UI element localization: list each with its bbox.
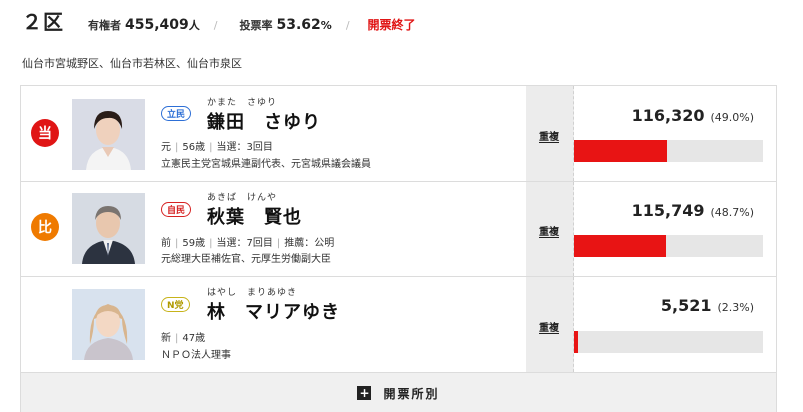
- candidate-age: 47歳: [182, 333, 206, 344]
- candidate-photo: [72, 289, 145, 360]
- duplicate-label[interactable]: 重複: [539, 223, 559, 238]
- vote-number: 116,320: [631, 106, 705, 125]
- vote-percent: (2.3%): [717, 301, 754, 314]
- candidate-row[interactable]: 比 自民 あきば けんや 秋葉 賢也 前 | 59歳 | 当選：7回目 | 推薦：公明 元総…: [21, 182, 776, 277]
- vote-bar: [574, 331, 579, 353]
- polling-station-label: 開票所別: [383, 386, 440, 401]
- candidate-row[interactable]: 当 立民 かまた さゆり 鎌田 さゆり 元 | 56歳 | 当選：3回目 立憲民主党宮城…: [21, 86, 776, 182]
- pr-elected-badge: 比: [31, 213, 59, 241]
- header-separator: /: [345, 19, 350, 32]
- candidate-career: 立憲民主党宮城県連副代表、元宮城県議会議員: [161, 159, 371, 170]
- elected-badge: 当: [31, 119, 59, 147]
- vote-count: 5,521 (2.3%): [661, 296, 754, 315]
- vote-count: 115,749 (48.7%): [632, 201, 754, 220]
- candidate-photo: [72, 193, 145, 264]
- turnout-label: 投票率: [239, 19, 273, 32]
- vote-number: 5,521: [660, 296, 712, 315]
- candidate-furigana: あきば けんや: [207, 193, 278, 203]
- vote-count: 116,320 (49.0%): [632, 106, 754, 125]
- candidate-status: 元: [161, 142, 171, 153]
- vote-bar: [574, 140, 667, 162]
- candidate-furigana: はやし まりあゆき: [207, 288, 298, 298]
- voters-value: 455,409: [125, 17, 189, 33]
- candidate-endorsement: 推薦：公明: [284, 238, 335, 249]
- candidate-age: 56歳: [182, 142, 206, 153]
- duplicate-label[interactable]: 重複: [539, 319, 559, 334]
- voters-label: 有権者: [88, 19, 121, 32]
- vote-bar-track: [574, 140, 763, 162]
- candidate-status: 前: [161, 238, 171, 249]
- candidate-career: ＮＰＯ法人理事: [161, 350, 231, 361]
- party-tag: 立民: [161, 106, 192, 121]
- party-tag: N党: [161, 297, 190, 312]
- voters-unit: 人: [188, 19, 200, 32]
- party-tag: 自民: [161, 202, 192, 217]
- vote-bar-track: [574, 235, 763, 257]
- vote-bar: [574, 235, 667, 257]
- district-title: ２区: [22, 10, 64, 34]
- turnout-value: 53.62: [276, 17, 321, 33]
- vote-number: 115,749: [631, 201, 705, 220]
- candidate-wins: 当選：3回目: [216, 142, 273, 153]
- candidate-furigana: かまた さゆり: [207, 98, 278, 108]
- header-separator: /: [213, 19, 218, 32]
- candidate-row[interactable]: N党 はやし まりあゆき 林 マリアゆき 新 | 47歳 ＮＰＯ法人理事 重複 5,…: [21, 277, 776, 373]
- polling-station-toggle[interactable]: + 開票所別: [21, 373, 776, 412]
- candidate-status: 新: [161, 333, 171, 344]
- candidate-career: 元総理大臣補佐官、元厚生労働副大臣: [161, 254, 331, 265]
- turnout-unit: %: [320, 19, 332, 32]
- candidate-meta: 前 | 59歳 | 当選：7回目 | 推薦：公明: [161, 238, 335, 249]
- vote-percent: (48.7%): [710, 206, 754, 219]
- district-header: ２区 有権者 455,409 人 / 投票率 53.62 % / 開票終了: [22, 6, 416, 34]
- candidate-name[interactable]: 秋葉 賢也: [207, 203, 302, 229]
- vote-percent: (49.0%): [710, 111, 754, 124]
- duplicate-label[interactable]: 重複: [539, 128, 559, 143]
- count-status: 開票終了: [367, 18, 416, 32]
- results-table: 当 立民 かまた さゆり 鎌田 さゆり 元 | 56歳 | 当選：3回目 立憲民主党宮城…: [20, 85, 777, 412]
- candidate-photo: [72, 99, 145, 170]
- candidate-name[interactable]: 林 マリアゆき: [207, 298, 340, 324]
- candidate-name[interactable]: 鎌田 さゆり: [207, 108, 321, 134]
- district-area: 仙台市宮城野区、仙台市若林区、仙台市泉区: [22, 57, 242, 70]
- plus-icon: +: [357, 386, 372, 400]
- candidate-meta: 新 | 47歳: [161, 333, 206, 344]
- candidate-meta: 元 | 56歳 | 当選：3回目: [161, 142, 273, 153]
- vote-bar-track: [574, 331, 763, 353]
- candidate-wins: 当選：7回目: [216, 238, 273, 249]
- candidate-age: 59歳: [182, 238, 206, 249]
